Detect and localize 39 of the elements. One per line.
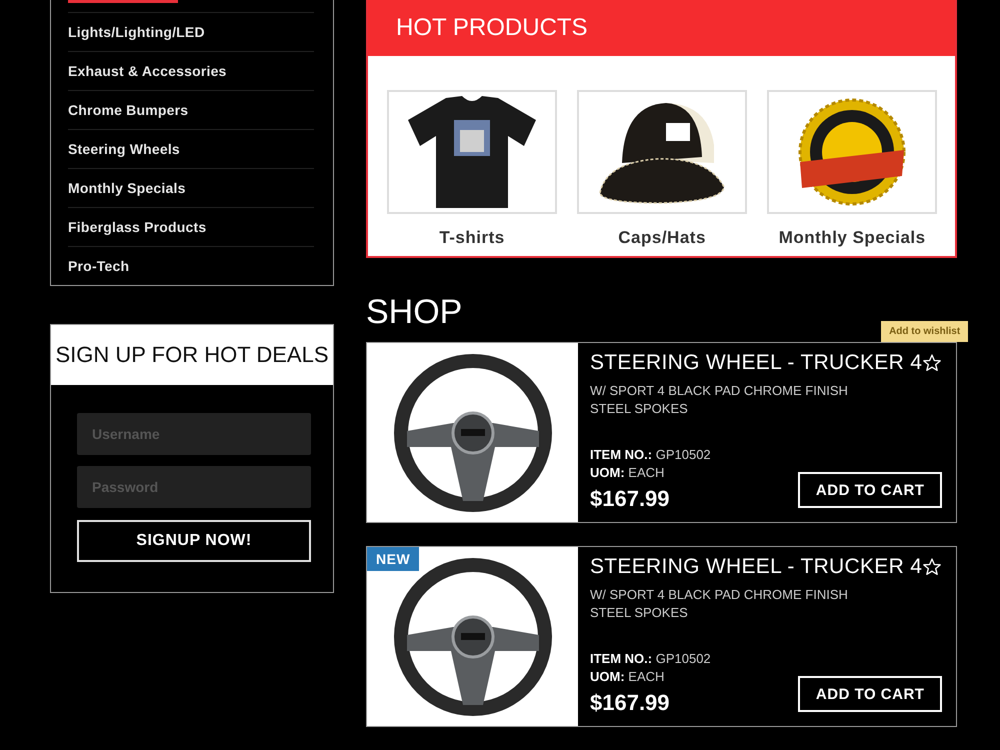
shop-heading: SHOP <box>366 292 462 332</box>
hot-products-title: HOT PRODUCTS <box>396 14 588 42</box>
category-link[interactable]: Steering Wheels <box>68 129 314 168</box>
hot-product-label[interactable]: Caps/Hats <box>618 228 706 248</box>
product-image-frame[interactable] <box>387 90 558 214</box>
wishlist-star-icon[interactable] <box>922 353 942 373</box>
product-image[interactable]: NEW <box>367 547 578 726</box>
item-number: GP10502 <box>656 651 711 666</box>
item-number: GP10502 <box>656 447 711 462</box>
signup-button[interactable]: SIGNUP NOW! <box>77 520 311 562</box>
uom-label: UOM: <box>590 669 625 684</box>
category-link[interactable]: Monthly Specials <box>68 168 314 207</box>
new-badge: NEW <box>367 547 420 571</box>
category-link[interactable]: Exhaust & Accessories <box>68 51 314 90</box>
uom-value: EACH <box>628 669 664 684</box>
product-description: W/ SPORT 4 BLACK PAD CHROME FINISH STEEL SPOKES <box>590 586 849 622</box>
category-link[interactable]: Lights/Lighting/LED <box>68 12 314 51</box>
product-image-frame[interactable] <box>767 90 938 214</box>
item-number-label: ITEM NO.: <box>590 447 652 462</box>
product-title[interactable]: STEERING WHEEL - TRUCKER 4 <box>590 555 922 579</box>
category-link[interactable]: Pro-Tech <box>68 246 314 285</box>
wishlist-star-icon[interactable] <box>922 557 942 577</box>
add-to-cart-button[interactable]: ADD TO CART <box>798 676 942 712</box>
product-price: $167.99 <box>590 690 671 716</box>
product-image-frame[interactable] <box>577 90 748 214</box>
uom-label: UOM: <box>590 465 625 480</box>
item-number-label: ITEM NO.: <box>590 651 652 666</box>
product-image[interactable] <box>367 343 578 522</box>
hot-product-label[interactable]: Monthly Specials <box>778 228 926 248</box>
wishlist-tooltip: Add to wishlist <box>881 321 968 342</box>
signup-title: SIGN UP FOR HOT DEALS <box>51 325 333 385</box>
product-description: W/ SPORT 4 BLACK PAD CHROME FINISH STEEL SPOKES <box>590 382 849 418</box>
product-title[interactable]: STEERING WHEEL - TRUCKER 4 <box>590 351 922 375</box>
uom-value: EACH <box>628 465 664 480</box>
add-to-cart-button[interactable]: ADD TO CART <box>798 472 942 508</box>
hot-product-label[interactable]: T-shirts <box>439 228 505 248</box>
product-price: $167.99 <box>590 486 671 512</box>
category-link[interactable]: Fiberglass Products <box>68 207 314 246</box>
category-link[interactable]: Chrome Bumpers <box>68 90 314 129</box>
